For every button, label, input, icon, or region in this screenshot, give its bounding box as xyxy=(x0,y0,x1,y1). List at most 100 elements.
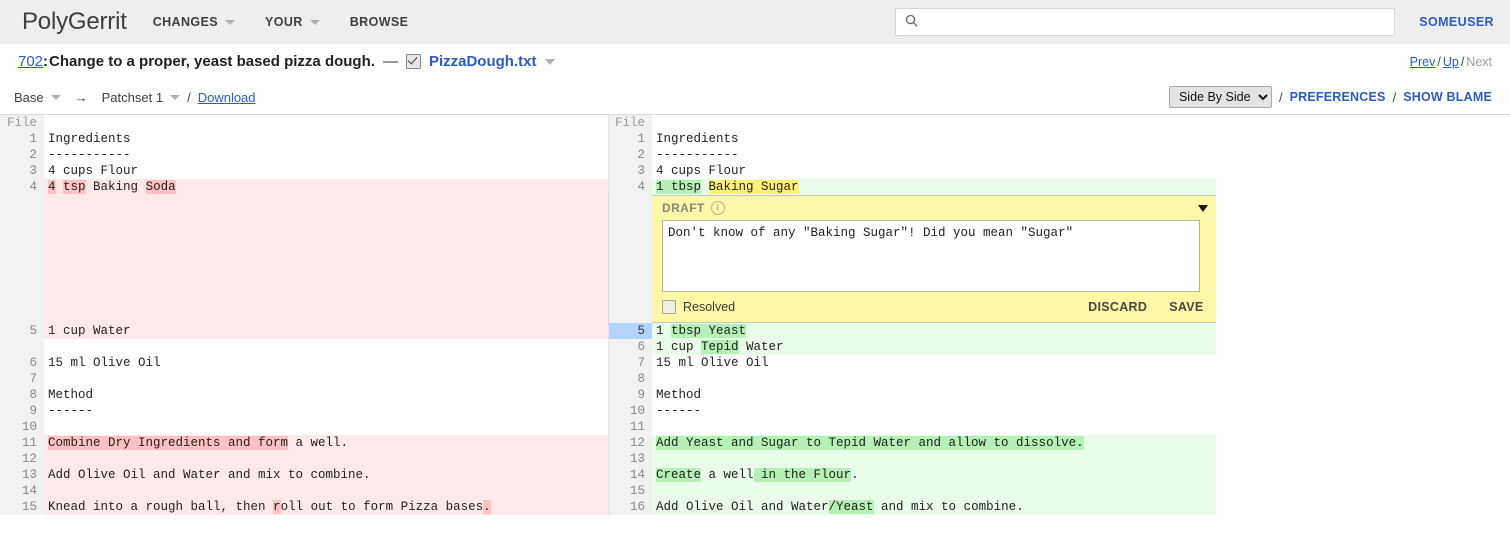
right-line-number[interactable]: 14 xyxy=(608,467,652,483)
right-line-number[interactable]: 3 xyxy=(608,163,652,179)
right-line-number[interactable]: 7 xyxy=(608,355,652,371)
preferences-link[interactable]: PREFERENCES xyxy=(1290,90,1386,104)
left-line-number[interactable]: 10 xyxy=(0,419,44,435)
left-line-number[interactable]: 5 xyxy=(0,323,44,339)
right-line-content[interactable]: Ingredients xyxy=(652,131,1216,147)
left-comment-placeholder xyxy=(44,195,608,323)
left-line-number[interactable]: 3 xyxy=(0,163,44,179)
right-line-content[interactable]: ------ xyxy=(652,403,1216,419)
nav-item-your[interactable]: YOUR xyxy=(265,15,320,29)
right-line-number[interactable]: 6 xyxy=(608,339,652,355)
right-line-content[interactable]: Method xyxy=(652,387,1216,403)
change-number-link[interactable]: 702 xyxy=(18,53,43,70)
left-line-content[interactable]: ----------- xyxy=(44,147,608,163)
patchset-selector[interactable]: Patchset 1 xyxy=(102,90,180,105)
left-line-content[interactable]: 15 ml Olive Oil xyxy=(44,355,608,371)
left-line-content[interactable]: Knead into a rough ball, then roll out t… xyxy=(44,499,608,515)
right-line-number[interactable]: 4 xyxy=(608,179,652,195)
left-line-content[interactable] xyxy=(44,339,608,355)
user-menu[interactable]: SOMEUSER xyxy=(1419,15,1494,29)
left-line-content[interactable]: 1 cup Water xyxy=(44,323,608,339)
left-line-number[interactable]: 7 xyxy=(0,371,44,387)
right-line-number[interactable]: 5 xyxy=(608,323,652,339)
left-line-content[interactable]: Ingredients xyxy=(44,131,608,147)
right-line-content[interactable] xyxy=(652,419,1216,435)
search-box[interactable] xyxy=(895,8,1395,36)
left-line-number[interactable]: 2 xyxy=(0,147,44,163)
right-line-number[interactable]: 13 xyxy=(608,451,652,467)
save-button[interactable]: SAVE xyxy=(1169,299,1203,315)
left-line-content[interactable] xyxy=(44,451,608,467)
right-line-content[interactable]: ----------- xyxy=(652,147,1216,163)
left-line-content[interactable]: Method xyxy=(44,387,608,403)
left-line-number[interactable]: 4 xyxy=(0,179,44,195)
nav-item-browse[interactable]: BROWSE xyxy=(350,15,409,29)
diff-view-mode-select[interactable]: Side By Side xyxy=(1169,86,1272,108)
file-name-label[interactable]: PizzaDough.txt xyxy=(429,53,537,70)
right-line-content[interactable]: Create a well in the Flour. xyxy=(652,467,1216,483)
right-line-content[interactable]: 1 tbsp Baking Sugar xyxy=(652,179,1216,195)
comment-cell: DRAFTiResolvedDISCARDSAVE xyxy=(652,195,1216,323)
chevron-down-icon[interactable] xyxy=(310,20,320,25)
right-line-number[interactable]: 8 xyxy=(608,371,652,387)
left-line-number[interactable]: 8 xyxy=(0,387,44,403)
nav-item-changes[interactable]: CHANGES xyxy=(153,15,235,29)
right-line-number[interactable]: 2 xyxy=(608,147,652,163)
right-line-number[interactable]: 1 xyxy=(608,131,652,147)
chevron-down-icon[interactable] xyxy=(1198,205,1208,212)
resolved-checkbox[interactable] xyxy=(662,300,676,314)
search-input[interactable] xyxy=(925,14,1386,31)
right-line-content[interactable] xyxy=(652,483,1216,499)
right-line-content[interactable] xyxy=(652,371,1216,387)
left-line-number[interactable]: 11 xyxy=(0,435,44,451)
left-line-content[interactable] xyxy=(44,483,608,499)
left-line-content[interactable] xyxy=(44,371,608,387)
chevron-down-icon[interactable] xyxy=(51,95,61,100)
left-line-content[interactable]: 4 cups Flour xyxy=(44,163,608,179)
up-link[interactable]: Up xyxy=(1443,55,1459,69)
diff-row: 14 15 xyxy=(0,483,1216,499)
left-line-content[interactable]: 4 tsp Baking Soda xyxy=(44,179,608,195)
comment-input[interactable] xyxy=(662,220,1200,292)
left-line-number[interactable]: 12 xyxy=(0,451,44,467)
left-line-content[interactable]: Add Olive Oil and Water and mix to combi… xyxy=(44,467,608,483)
file-reviewed-checkbox[interactable] xyxy=(406,54,421,69)
right-line-number[interactable]: 9 xyxy=(608,387,652,403)
chevron-down-icon[interactable] xyxy=(225,20,235,25)
toolbar-sep-2: / xyxy=(1279,90,1283,105)
left-line-content[interactable]: Combine Dry Ingredients and form a well. xyxy=(44,435,608,451)
left-line-number[interactable]: 1 xyxy=(0,131,44,147)
right-line-content[interactable]: Add Olive Oil and Water/Yeast and mix to… xyxy=(652,499,1216,515)
left-line-content[interactable]: ------ xyxy=(44,403,608,419)
right-line-content[interactable]: Add Yeast and Sugar to Tepid Water and a… xyxy=(652,435,1216,451)
chevron-down-icon[interactable] xyxy=(170,95,180,100)
app-logo[interactable]: PolyGerrit xyxy=(22,8,127,36)
left-line-number[interactable]: 6 xyxy=(0,355,44,371)
right-line-content[interactable]: 15 ml Olive Oil xyxy=(652,355,1216,371)
base-selector[interactable]: Base xyxy=(14,90,61,105)
left-line-number[interactable]: 13 xyxy=(0,467,44,483)
left-gutter xyxy=(0,195,44,323)
download-link[interactable]: Download xyxy=(198,90,256,105)
right-line-number[interactable]: 15 xyxy=(608,483,652,499)
left-line-number[interactable]: 9 xyxy=(0,403,44,419)
info-icon[interactable]: i xyxy=(711,201,725,215)
right-line-number[interactable]: 11 xyxy=(608,419,652,435)
prev-file-link[interactable]: Prev xyxy=(1410,55,1436,69)
show-blame-link[interactable]: SHOW BLAME xyxy=(1403,90,1492,104)
right-line-number[interactable]: 10 xyxy=(608,403,652,419)
right-line-number[interactable]: 16 xyxy=(608,499,652,515)
left-line-number[interactable]: 15 xyxy=(0,499,44,515)
chevron-down-icon[interactable] xyxy=(545,59,555,65)
right-line-content[interactable]: 1 cup Tepid Water xyxy=(652,339,1216,355)
arrow-right-icon: → xyxy=(75,90,88,105)
discard-button[interactable]: DISCARD xyxy=(1088,299,1147,315)
right-line-number[interactable]: 12 xyxy=(608,435,652,451)
left-line-number[interactable]: 14 xyxy=(0,483,44,499)
left-line-number[interactable] xyxy=(0,339,44,355)
right-line-content[interactable] xyxy=(652,451,1216,467)
right-line-content[interactable]: 4 cups Flour xyxy=(652,163,1216,179)
left-line-content[interactable] xyxy=(44,419,608,435)
right-line-content[interactable]: 1 tbsp Yeast xyxy=(652,323,1216,339)
diff-table: FileFile1Ingredients1Ingredients2-------… xyxy=(0,115,1217,515)
